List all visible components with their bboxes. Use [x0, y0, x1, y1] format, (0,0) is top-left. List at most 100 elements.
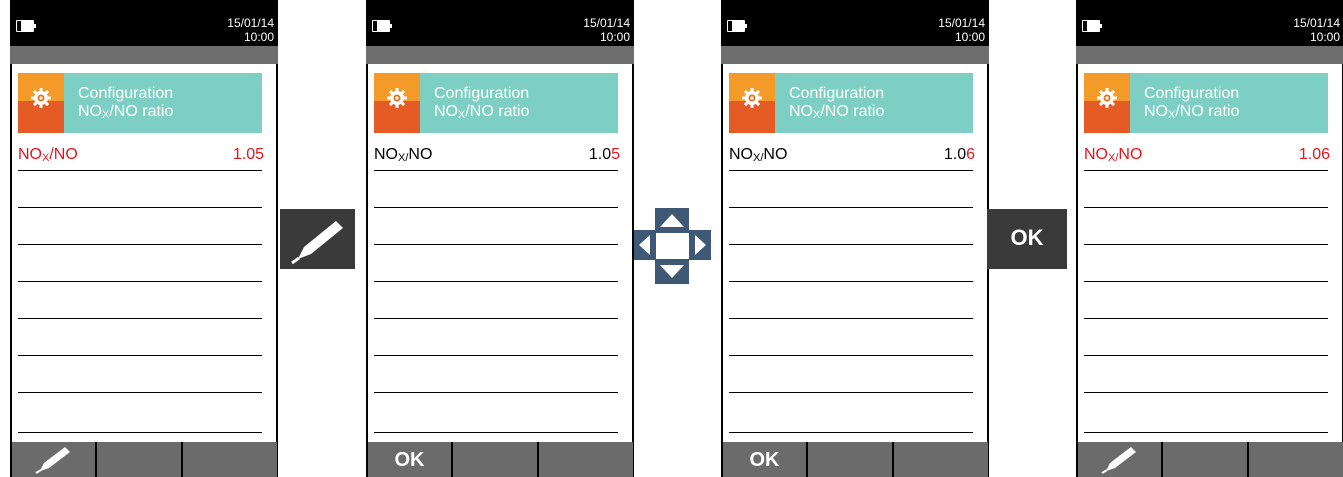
softkey-right[interactable]	[539, 442, 634, 477]
menu-title: Configuration NOX/NO ratio	[434, 85, 529, 124]
softkey-ok[interactable]: OK	[368, 442, 452, 477]
datetime: 15/01/14 10:00	[938, 16, 985, 44]
time: 10:00	[599, 30, 630, 44]
arrow-right-key	[689, 230, 711, 260]
row-divider	[18, 392, 262, 393]
softkey-right[interactable]	[1249, 442, 1343, 477]
status-bar: 15/01/14 10:00	[366, 0, 634, 46]
title-line-1: Configuration	[1144, 85, 1240, 102]
softkey-right[interactable]	[894, 442, 989, 477]
status-bar: 15/01/14 10:00	[1076, 0, 1343, 46]
ratio-row[interactable]: NOX/NO 1.05	[18, 136, 264, 166]
ratio-row[interactable]: NOX/NO 1.06	[729, 136, 975, 166]
date: 15/01/14	[583, 16, 630, 30]
time: 10:00	[243, 30, 274, 44]
datetime: 15/01/14 10:00	[227, 16, 274, 44]
arrow-up-key	[655, 208, 689, 233]
ratio-row[interactable]: NOX/NO 1.05	[374, 136, 620, 166]
battery-icon	[1082, 20, 1102, 32]
title-line-2: NOX/NO ratio	[434, 103, 530, 121]
battery-icon	[372, 20, 392, 32]
arrow-left-key	[634, 230, 656, 260]
grey-band	[10, 46, 278, 64]
row-divider	[374, 170, 618, 171]
row-divider	[18, 432, 262, 433]
row-divider	[1084, 432, 1328, 433]
row-divider	[1084, 355, 1328, 356]
ratio-value: 1.05	[588, 146, 620, 163]
row-divider	[374, 392, 618, 393]
title-line-2: NOX/NO ratio	[1144, 103, 1240, 121]
softkey-middle[interactable]	[453, 442, 538, 477]
battery-icon	[16, 20, 36, 32]
row-divider	[374, 355, 618, 356]
gear-icon	[742, 88, 762, 108]
row-divider	[18, 170, 262, 171]
ratio-row[interactable]: NOX/NO 1.06	[1084, 136, 1330, 166]
content-area: Configuration NOX/NO ratio NOX/NO 1.06	[721, 64, 989, 442]
softkey-bar: OK	[721, 442, 989, 477]
row-divider	[18, 207, 262, 208]
row-divider	[729, 392, 973, 393]
row-divider	[1084, 244, 1328, 245]
arrow-up-icon	[660, 214, 684, 227]
editing-digit: 6	[966, 146, 975, 163]
menu-title: Configuration NOX/NO ratio	[789, 85, 884, 124]
row-divider	[1084, 281, 1328, 282]
menu-header: Configuration NOX/NO ratio	[1084, 73, 1328, 133]
edit-step-button	[280, 209, 355, 269]
softkey-edit[interactable]	[12, 442, 96, 477]
title-line-1: Configuration	[789, 85, 885, 102]
row-divider	[1084, 170, 1328, 171]
date: 15/01/14	[938, 16, 985, 30]
gear-icon	[1097, 88, 1117, 108]
row-divider	[1084, 392, 1328, 393]
ratio-label: NOX/NO	[18, 146, 78, 164]
row-divider	[18, 244, 262, 245]
ratio-label: NOX/NO	[1084, 146, 1143, 164]
content-area: Configuration NOX/NO ratio NOX/NO 1.05	[10, 64, 278, 442]
ratio-label: NOX/NO	[374, 146, 433, 164]
pen-icon	[35, 447, 70, 474]
ok-step-label: OK	[1010, 225, 1044, 250]
device-screen-3: 15/01/14 10:00 Configuration NOX/NO rati…	[721, 0, 989, 477]
date: 15/01/14	[1293, 16, 1340, 30]
device-screen-2: 15/01/14 10:00 Configuration NOX/NO rati…	[366, 0, 634, 477]
settings-tile	[18, 73, 64, 133]
row-divider	[18, 281, 262, 282]
ratio-value: 1.06	[1298, 146, 1330, 163]
arrow-down-icon	[660, 265, 684, 278]
softkey-bar	[10, 442, 278, 477]
row-divider	[729, 170, 973, 171]
datetime: 15/01/14 10:00	[1293, 16, 1340, 44]
ratio-label: NOX/NO	[729, 146, 788, 164]
time: 10:00	[954, 30, 985, 44]
row-divider	[1084, 207, 1328, 208]
gear-icon	[387, 88, 407, 108]
device-screen-4: 15/01/14 10:00 Configuration NOX/NO rati…	[1076, 0, 1343, 477]
datetime: 15/01/14 10:00	[583, 16, 630, 44]
battery-icon	[727, 20, 747, 32]
ok-step-button: OK	[987, 209, 1067, 269]
row-divider	[729, 432, 973, 433]
ratio-value: 1.06	[943, 146, 975, 163]
softkey-middle[interactable]	[1163, 442, 1248, 477]
grey-band	[366, 46, 634, 64]
arrow-down-key	[655, 259, 689, 284]
row-divider	[18, 318, 262, 319]
title-line-1: Configuration	[434, 85, 530, 102]
softkey-middle[interactable]	[97, 442, 182, 477]
softkey-ok[interactable]: OK	[723, 442, 807, 477]
row-divider	[374, 244, 618, 245]
row-divider	[1084, 318, 1328, 319]
row-divider	[729, 318, 973, 319]
settings-tile	[729, 73, 775, 133]
softkey-edit[interactable]	[1078, 442, 1162, 477]
grey-band	[1076, 46, 1343, 64]
softkey-middle[interactable]	[808, 442, 893, 477]
content-area: Configuration NOX/NO ratio NOX/NO 1.06	[1076, 64, 1343, 442]
softkey-right[interactable]	[183, 442, 278, 477]
arrow-right-icon	[695, 235, 706, 255]
row-divider	[729, 355, 973, 356]
device-screen-1: 15/01/14 10:00 Configuration NOX/NO rati…	[10, 0, 278, 477]
